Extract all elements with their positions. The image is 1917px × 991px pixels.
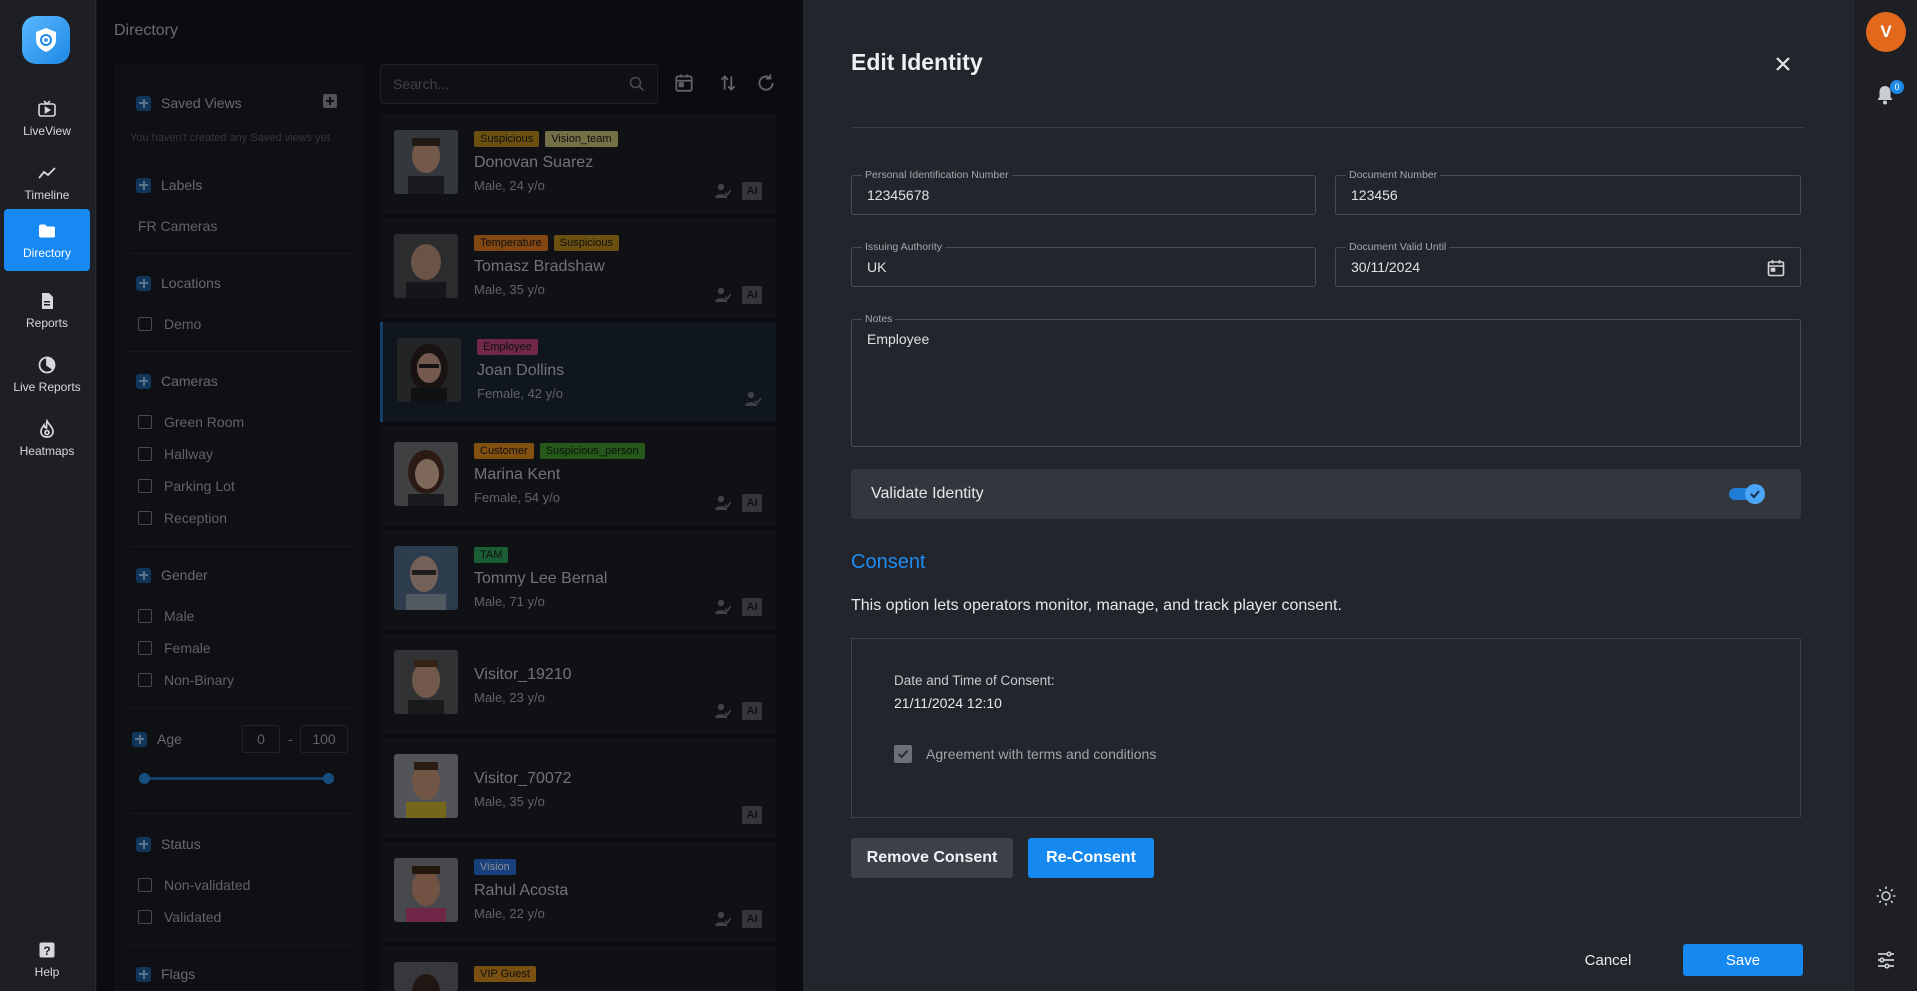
field-label: Document Number bbox=[1346, 169, 1441, 181]
nav-item-live-reports[interactable]: Live Reports bbox=[4, 343, 90, 405]
main-nav: LiveView Timeline Directory Reports Live… bbox=[0, 0, 96, 991]
field-label: Issuing Authority bbox=[862, 241, 946, 253]
app-root: LiveView Timeline Directory Reports Live… bbox=[0, 0, 1917, 991]
nav-label: Help bbox=[34, 964, 60, 979]
dialog-title: Edit Identity bbox=[851, 49, 983, 75]
issuing-authority-field[interactable]: Issuing Authority UK bbox=[851, 241, 1316, 287]
consent-date-label: Date and Time of Consent: bbox=[894, 673, 1055, 688]
agreement-label: Agreement with terms and conditions bbox=[926, 746, 1157, 762]
close-icon[interactable] bbox=[1771, 52, 1795, 76]
validate-identity-label: Validate Identity bbox=[871, 485, 984, 502]
cancel-button[interactable]: Cancel bbox=[1563, 944, 1653, 976]
nav-item-reports[interactable]: Reports bbox=[4, 279, 90, 341]
remove-consent-button[interactable]: Remove Consent bbox=[851, 838, 1013, 878]
nav-label: Live Reports bbox=[13, 379, 81, 394]
nav-item-help[interactable]: ? Help bbox=[4, 928, 90, 990]
gauge-icon bbox=[38, 356, 56, 373]
svg-text:?: ? bbox=[43, 944, 50, 958]
edit-identity-dialog: Edit Identity Personal Identification Nu… bbox=[803, 0, 1853, 991]
field-value: UK bbox=[867, 259, 887, 275]
consent-details: Date and Time of Consent: 21/11/2024 12:… bbox=[851, 638, 1801, 818]
notes-textarea[interactable]: Notes Employee bbox=[851, 313, 1801, 447]
flame-icon bbox=[40, 418, 54, 438]
nav-label: Heatmaps bbox=[19, 443, 75, 458]
nav-item-liveview[interactable]: LiveView bbox=[4, 87, 90, 149]
consent-heading: Consent bbox=[851, 551, 926, 573]
nav-item-directory[interactable]: Directory bbox=[4, 209, 90, 271]
re-consent-button[interactable]: Re-Consent bbox=[1028, 838, 1154, 878]
field-value: 123456 bbox=[1351, 187, 1398, 203]
nav-label: Reports bbox=[25, 315, 69, 330]
folder-icon bbox=[39, 224, 55, 237]
validate-identity-toggle[interactable] bbox=[1729, 484, 1765, 504]
right-rail: V 0 bbox=[1853, 0, 1917, 991]
document-icon bbox=[42, 292, 53, 309]
field-label: Document Valid Until bbox=[1346, 241, 1450, 253]
save-button[interactable]: Save bbox=[1683, 944, 1803, 976]
pin-field[interactable]: Personal Identification Number 12345678 bbox=[851, 169, 1316, 215]
divider bbox=[851, 127, 1805, 128]
sun-icon[interactable] bbox=[1875, 885, 1897, 907]
notification-count-badge: 0 bbox=[1890, 80, 1904, 94]
check-icon bbox=[897, 750, 909, 759]
app-logo-icon[interactable] bbox=[22, 16, 70, 64]
nav-item-timeline[interactable]: Timeline bbox=[4, 151, 90, 213]
modal-backdrop[interactable] bbox=[97, 0, 803, 991]
document-number-field[interactable]: Document Number 123456 bbox=[1335, 169, 1801, 215]
field-value: Employee bbox=[867, 331, 930, 347]
avatar[interactable]: V bbox=[1866, 12, 1906, 52]
nav-item-heatmaps[interactable]: Heatmaps bbox=[4, 407, 90, 469]
agreement-checkbox-row: Agreement with terms and conditions bbox=[894, 745, 1156, 763]
settings-sliders-icon[interactable] bbox=[1875, 949, 1897, 971]
field-label: Notes bbox=[862, 313, 896, 325]
tv-play-icon bbox=[38, 99, 56, 117]
toggle-knob bbox=[1745, 484, 1765, 504]
check-icon bbox=[1750, 490, 1760, 499]
field-value: 30/11/2024 bbox=[1351, 259, 1421, 275]
field-value: 12345678 bbox=[867, 187, 930, 203]
consent-description: This option lets operators monitor, mana… bbox=[851, 597, 1342, 614]
trend-line-icon bbox=[38, 166, 56, 179]
help-icon: ? bbox=[39, 942, 55, 958]
validate-identity-row: Validate Identity bbox=[851, 469, 1801, 519]
consent-date-value: 21/11/2024 12:10 bbox=[894, 695, 1002, 711]
agreement-checkbox bbox=[894, 745, 912, 763]
calendar-icon[interactable] bbox=[1766, 258, 1786, 278]
field-label: Personal Identification Number bbox=[862, 169, 1012, 181]
nav-label: LiveView bbox=[23, 123, 71, 138]
nav-label: Timeline bbox=[24, 187, 70, 202]
document-valid-until-field[interactable]: Document Valid Until 30/11/2024 bbox=[1335, 241, 1801, 287]
nav-label: Directory bbox=[22, 245, 71, 260]
